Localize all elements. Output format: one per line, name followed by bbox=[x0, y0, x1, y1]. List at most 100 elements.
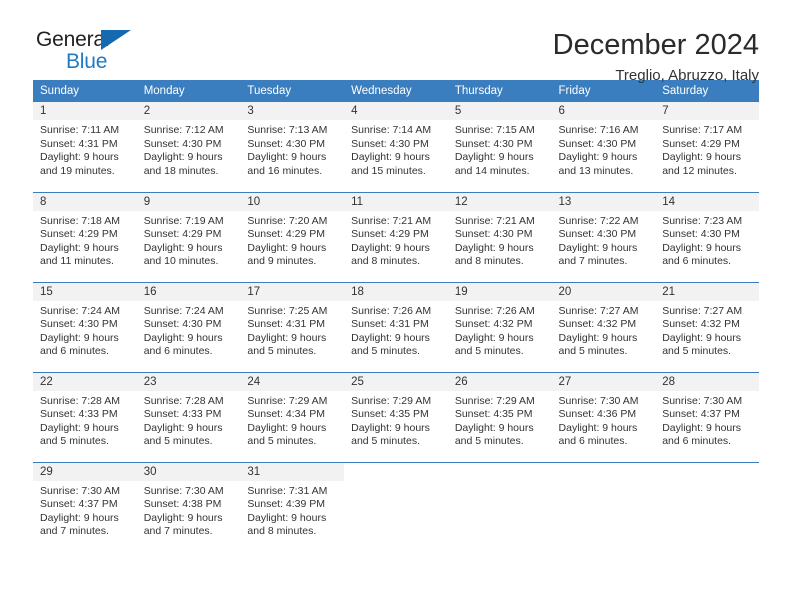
day-details: Sunrise: 7:11 AM Sunset: 4:31 PM Daylight:… bbox=[33, 120, 137, 178]
daylight-text-line1: Daylight: 9 hours bbox=[143, 331, 223, 344]
sunset-text: Sunset: 4:30 PM bbox=[454, 137, 533, 150]
day-cell[interactable]: 1 Sunrise: 7:11 AM Sunset: 4:31 PM Daylight… bbox=[33, 102, 137, 192]
day-cell[interactable]: 31 Sunrise: 7:31 AM Sunset: 4:39 PM Dayligh… bbox=[240, 461, 345, 552]
day-details: Sunrise: 7:12 AM Sunset: 4:30 PM Daylight:… bbox=[137, 120, 241, 178]
week-row: 8 Sunrise: 7:18 AM Sunset: 4:29 PM Daylight… bbox=[33, 191, 759, 282]
sunset-text: Sunset: 4:29 PM bbox=[143, 228, 222, 240]
daylight-text-line2: and 5 minutes. bbox=[143, 435, 213, 447]
day-number: 4 bbox=[344, 102, 448, 120]
day-cell[interactable]: 24 Sunrise: 7:29 AM Sunset: 4:34 PM Dayligh… bbox=[240, 371, 345, 462]
sunrise-text: Sunrise: 7:30 AM bbox=[40, 484, 120, 497]
day-cell[interactable]: 6 Sunrise: 7:16 AM Sunset: 4:30 PM Daylight… bbox=[551, 102, 656, 192]
day-cell[interactable]: 9 Sunrise: 7:19 AM Sunset: 4:29 PM Daylight… bbox=[136, 191, 241, 282]
title-block: December 2024 Treglio, Abruzzo, Italy bbox=[553, 28, 759, 87]
sunrise-text: Sunrise: 7:16 AM bbox=[558, 124, 639, 136]
day-cell[interactable]: 12 Sunrise: 7:21 AM Sunset: 4:30 PM Dayligh… bbox=[447, 191, 552, 282]
day-cell[interactable]: 28 Sunrise: 7:30 AM Sunset: 4:37 PM Dayligh… bbox=[655, 371, 759, 462]
day-details: Sunrise: 7:29 AM Sunset: 4:35 PM Daylight:… bbox=[344, 391, 448, 449]
weekday-header-sunday: Sunday bbox=[33, 80, 137, 102]
day-cell[interactable]: 22 Sunrise: 7:28 AM Sunset: 4:33 PM Dayligh… bbox=[33, 371, 137, 462]
sunset-text: Sunset: 4:30 PM bbox=[247, 137, 326, 150]
day-cell[interactable]: 19 Sunrise: 7:26 AM Sunset: 4:32 PM Dayligh… bbox=[447, 281, 552, 372]
sunrise-text: Sunrise: 7:26 AM bbox=[351, 304, 432, 317]
day-cell[interactable]: 23 Sunrise: 7:28 AM Sunset: 4:33 PM Dayligh… bbox=[136, 371, 241, 462]
day-cell-empty bbox=[551, 461, 656, 552]
day-cell[interactable]: 17 Sunrise: 7:25 AM Sunset: 4:31 PM Dayligh… bbox=[240, 281, 345, 372]
day-cell[interactable]: 16 Sunrise: 7:24 AM Sunset: 4:30 PM Dayligh… bbox=[136, 281, 241, 372]
day-number: 14 bbox=[655, 192, 759, 211]
day-number bbox=[447, 462, 552, 481]
day-cell[interactable]: 7 Sunrise: 7:17 AM Sunset: 4:29 PM Daylight… bbox=[655, 102, 759, 192]
daylight-text-line1: Daylight: 9 hours bbox=[454, 331, 534, 344]
sunset-text: Sunset: 4:35 PM bbox=[351, 408, 429, 420]
weekday-header-thursday: Thursday bbox=[447, 80, 552, 102]
week-row: 1 Sunrise: 7:11 AM Sunset: 4:31 PM Daylight… bbox=[33, 102, 759, 192]
day-details: Sunrise: 7:24 AM Sunset: 4:30 PM Daylight:… bbox=[33, 301, 137, 359]
sunrise-text: Sunrise: 7:26 AM bbox=[454, 304, 535, 317]
daylight-text-line2: and 7 minutes. bbox=[558, 255, 628, 267]
daylight-text-line1: Daylight: 9 hours bbox=[351, 331, 430, 344]
day-number: 16 bbox=[136, 282, 241, 301]
daylight-text-line2: and 15 minutes. bbox=[351, 164, 426, 177]
generalblue-logo[interactable]: General Blue bbox=[33, 28, 166, 76]
day-number: 11 bbox=[344, 192, 448, 211]
day-cell[interactable]: 21 Sunrise: 7:27 AM Sunset: 4:32 PM Dayligh… bbox=[655, 281, 759, 372]
day-details: Sunrise: 7:30 AM Sunset: 4:38 PM Daylight:… bbox=[137, 481, 241, 539]
day-cell[interactable]: 13 Sunrise: 7:22 AM Sunset: 4:30 PM Dayligh… bbox=[551, 191, 656, 282]
day-cell[interactable]: 30 Sunrise: 7:30 AM Sunset: 4:38 PM Dayligh… bbox=[136, 461, 241, 552]
daylight-text-line1: Daylight: 9 hours bbox=[143, 151, 223, 163]
day-cell[interactable]: 11 Sunrise: 7:21 AM Sunset: 4:29 PM Dayligh… bbox=[344, 191, 448, 282]
daylight-text-line2: and 6 minutes. bbox=[143, 345, 213, 357]
daylight-text-line2: and 16 minutes. bbox=[247, 164, 323, 177]
day-details: Sunrise: 7:30 AM Sunset: 4:36 PM Daylight:… bbox=[552, 391, 656, 449]
sunrise-text: Sunrise: 7:12 AM bbox=[143, 124, 224, 136]
calendar-page: General Blue December 2024 Treglio, Abru… bbox=[0, 0, 792, 612]
day-details: Sunrise: 7:13 AM Sunset: 4:30 PM Daylight:… bbox=[240, 120, 344, 178]
day-details: Sunrise: 7:24 AM Sunset: 4:30 PM Daylight:… bbox=[137, 301, 241, 359]
day-cell[interactable]: 14 Sunrise: 7:23 AM Sunset: 4:30 PM Dayligh… bbox=[655, 191, 759, 282]
day-cell[interactable]: 15 Sunrise: 7:24 AM Sunset: 4:30 PM Dayligh… bbox=[33, 281, 137, 372]
day-cell[interactable]: 3 Sunrise: 7:13 AM Sunset: 4:30 PM Daylight… bbox=[240, 102, 345, 192]
sunset-text: Sunset: 4:32 PM bbox=[558, 318, 637, 330]
location-subtitle: Treglio, Abruzzo, Italy bbox=[615, 67, 759, 84]
sunset-text: Sunset: 4:37 PM bbox=[40, 498, 118, 510]
day-number: 6 bbox=[551, 102, 656, 120]
sunset-text: Sunset: 4:29 PM bbox=[351, 228, 429, 240]
daylight-text-line1: Daylight: 9 hours bbox=[40, 331, 119, 344]
day-cell[interactable]: 20 Sunrise: 7:27 AM Sunset: 4:32 PM Dayligh… bbox=[551, 281, 656, 372]
day-details: Sunrise: 7:15 AM Sunset: 4:30 PM Daylight:… bbox=[448, 120, 552, 178]
daylight-text-line2: and 7 minutes. bbox=[40, 525, 109, 537]
daylight-text-line2: and 5 minutes. bbox=[558, 345, 628, 357]
day-cell[interactable]: 26 Sunrise: 7:29 AM Sunset: 4:35 PM Dayligh… bbox=[447, 371, 552, 462]
day-cell[interactable]: 25 Sunrise: 7:29 AM Sunset: 4:35 PM Dayligh… bbox=[344, 371, 448, 462]
day-cell[interactable]: 5 Sunrise: 7:15 AM Sunset: 4:30 PM Daylight… bbox=[447, 102, 552, 192]
daylight-text-line2: and 13 minutes. bbox=[558, 164, 634, 177]
sunset-text: Sunset: 4:34 PM bbox=[247, 408, 326, 420]
day-cell[interactable]: 10 Sunrise: 7:20 AM Sunset: 4:29 PM Dayligh… bbox=[240, 191, 345, 282]
sunset-text: Sunset: 4:30 PM bbox=[454, 228, 533, 240]
daylight-text-line1: Daylight: 9 hours bbox=[558, 421, 638, 434]
day-cell[interactable]: 27 Sunrise: 7:30 AM Sunset: 4:36 PM Dayligh… bbox=[551, 371, 656, 462]
day-cell-empty bbox=[447, 461, 552, 552]
day-cell[interactable]: 8 Sunrise: 7:18 AM Sunset: 4:29 PM Daylight… bbox=[33, 191, 137, 282]
day-details: Sunrise: 7:28 AM Sunset: 4:33 PM Daylight:… bbox=[33, 391, 137, 449]
daylight-text-line1: Daylight: 9 hours bbox=[247, 421, 327, 434]
day-cell[interactable]: 2 Sunrise: 7:12 AM Sunset: 4:30 PM Daylight… bbox=[136, 102, 241, 192]
sunset-text: Sunset: 4:30 PM bbox=[662, 228, 740, 240]
sunset-text: Sunset: 4:30 PM bbox=[558, 137, 637, 150]
week-row: 29 Sunrise: 7:30 AM Sunset: 4:37 PM Dayligh… bbox=[33, 461, 759, 552]
day-cell[interactable]: 18 Sunrise: 7:26 AM Sunset: 4:31 PM Dayligh… bbox=[344, 281, 448, 372]
day-details: Sunrise: 7:27 AM Sunset: 4:32 PM Daylight:… bbox=[655, 301, 759, 359]
daylight-text-line1: Daylight: 9 hours bbox=[558, 151, 638, 163]
daylight-text-line1: Daylight: 9 hours bbox=[40, 511, 119, 524]
sunrise-text: Sunrise: 7:29 AM bbox=[454, 394, 535, 407]
day-details: Sunrise: 7:21 AM Sunset: 4:29 PM Daylight:… bbox=[344, 211, 448, 269]
day-cell[interactable]: 4 Sunrise: 7:14 AM Sunset: 4:30 PM Daylight… bbox=[344, 102, 448, 192]
sunrise-text: Sunrise: 7:21 AM bbox=[454, 214, 535, 227]
day-details: Sunrise: 7:25 AM Sunset: 4:31 PM Daylight:… bbox=[240, 301, 344, 359]
sunrise-text: Sunrise: 7:23 AM bbox=[662, 214, 743, 227]
day-number: 7 bbox=[655, 102, 759, 120]
sunset-text: Sunset: 4:30 PM bbox=[558, 228, 637, 240]
day-cell[interactable]: 29 Sunrise: 7:30 AM Sunset: 4:37 PM Dayligh… bbox=[33, 461, 137, 552]
day-number: 20 bbox=[551, 282, 656, 301]
